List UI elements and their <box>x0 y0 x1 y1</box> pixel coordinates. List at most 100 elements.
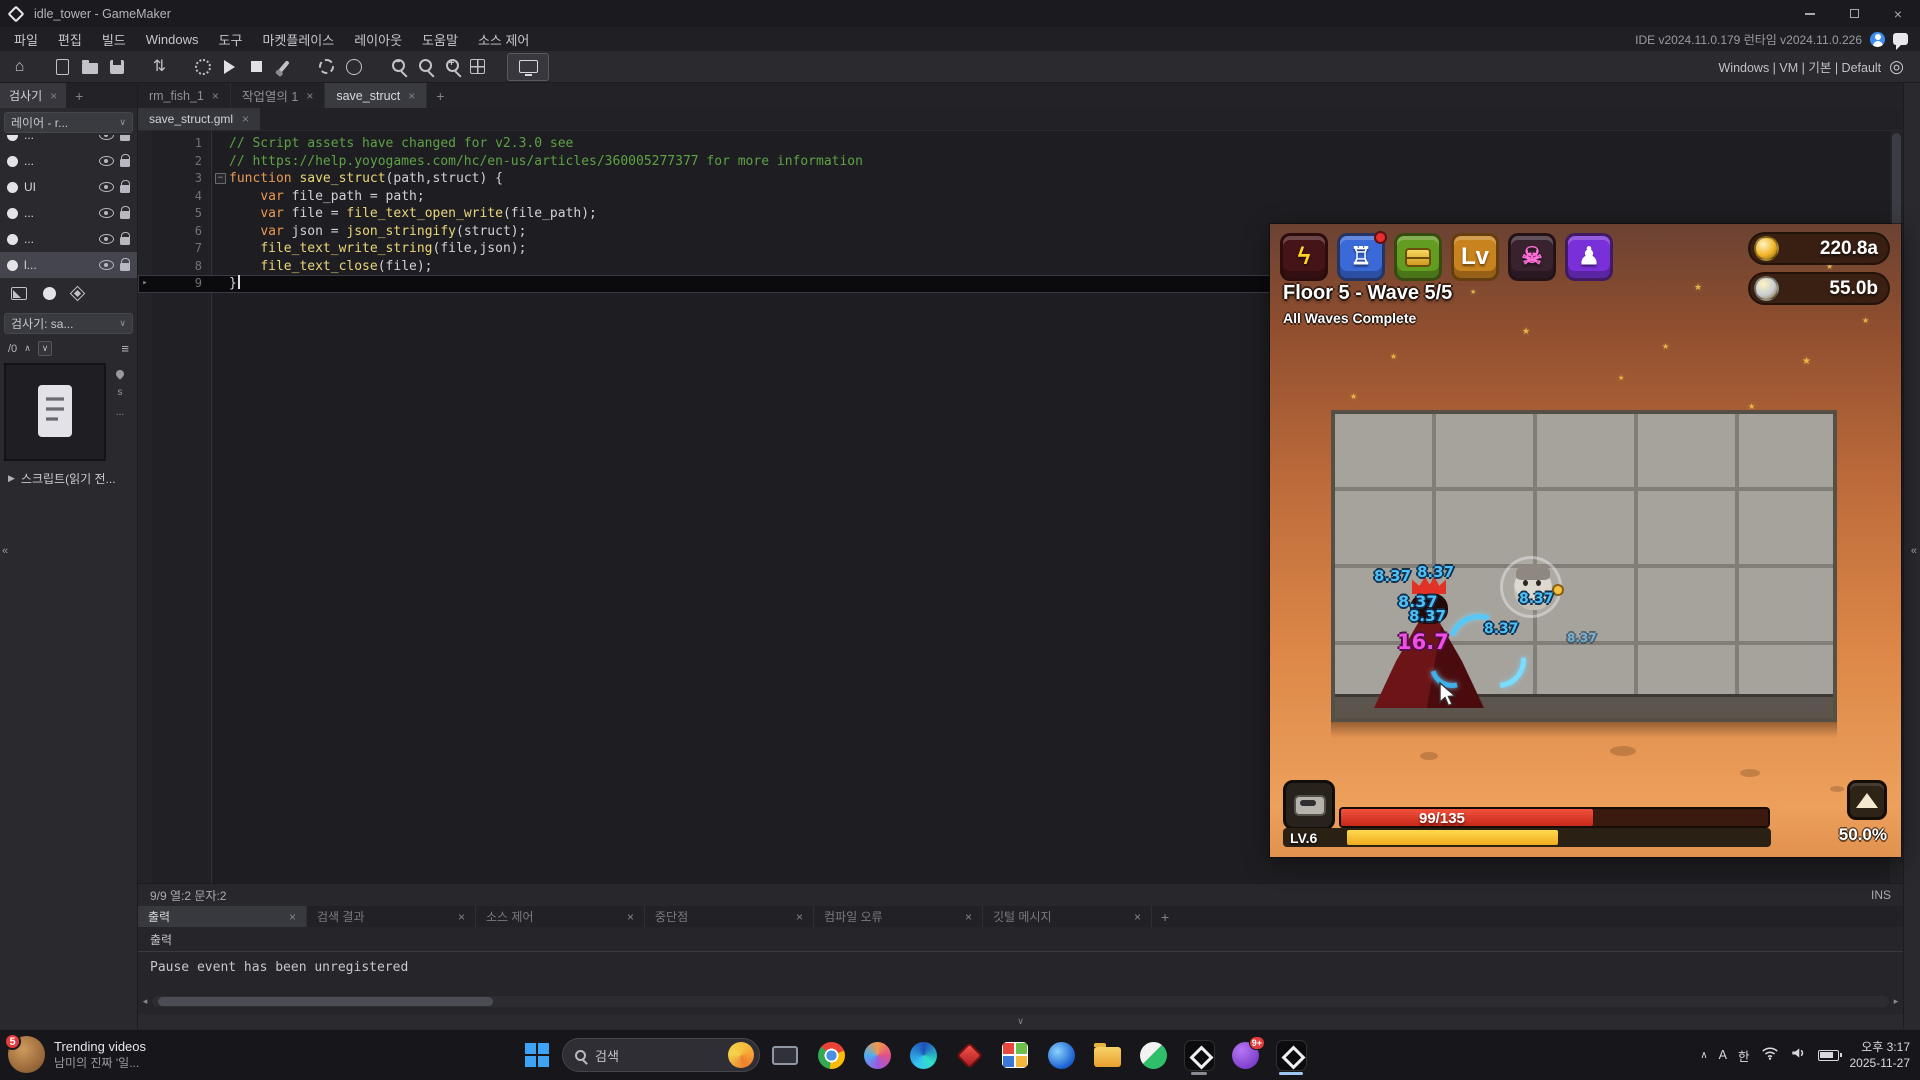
scrollbar-track[interactable] <box>152 996 1889 1007</box>
close-icon[interactable]: × <box>306 89 313 103</box>
layer-row[interactable]: ... <box>0 200 137 226</box>
background-layer-icon[interactable] <box>11 287 27 300</box>
close-icon[interactable]: × <box>408 89 415 103</box>
asset-layer-icon[interactable] <box>70 286 86 302</box>
menu-item-레이아웃[interactable]: 레이아웃 <box>344 27 412 51</box>
ime-latin-indicator[interactable]: A <box>1719 1048 1727 1062</box>
zoom-in-icon[interactable] <box>437 53 464 80</box>
run-icon[interactable] <box>216 53 243 80</box>
menu-item-마켓플레이스[interactable]: 마켓플레이스 <box>252 27 344 51</box>
economy-icon[interactable] <box>1394 233 1442 281</box>
close-icon[interactable]: × <box>1134 910 1141 924</box>
tab-소스 제어[interactable]: 소스 제어× <box>476 906 645 927</box>
clock[interactable]: 오후 3:17 2025-11-27 <box>1850 1039 1911 1071</box>
battery-icon[interactable] <box>1818 1050 1839 1061</box>
new-project-icon[interactable] <box>49 53 76 80</box>
windows-grid-icon[interactable] <box>464 53 491 80</box>
enemy-icon[interactable]: ☠ <box>1508 233 1556 281</box>
build-target[interactable]: Windows | VM | 기본 | Default ◎ <box>1719 57 1915 77</box>
tab-검색 결과[interactable]: 검색 결과× <box>307 906 476 927</box>
layer-row[interactable]: UI <box>0 174 137 200</box>
target-device-icon[interactable] <box>507 53 549 81</box>
ime-korean-indicator[interactable]: 한 <box>1738 1046 1750 1065</box>
close-icon[interactable]: × <box>965 910 972 924</box>
menu-item-도구[interactable]: 도구 <box>209 27 253 51</box>
layer-dropdown[interactable]: 레이어 - r... ∨ <box>4 112 133 133</box>
close-icon[interactable]: × <box>796 910 803 924</box>
import-export-icon[interactable]: ⇅ <box>146 53 173 80</box>
tab-작업열의 1[interactable]: 작업열의 1× <box>231 83 325 108</box>
zoom-out-icon[interactable] <box>383 53 410 80</box>
add-tab-button[interactable]: + <box>1152 906 1178 927</box>
visibility-icon[interactable] <box>99 135 114 140</box>
debug-icon[interactable] <box>270 53 297 80</box>
stop-icon[interactable] <box>243 53 270 80</box>
search-highlight-icon[interactable] <box>728 1042 754 1068</box>
home-icon[interactable]: ⌂ <box>6 53 33 80</box>
tab-컴파일 오류[interactable]: 컴파일 오류× <box>814 906 983 927</box>
notification-widget[interactable]: 5 Trending videos 남미의 진짜 '일... <box>8 1036 146 1073</box>
minimize-button[interactable] <box>1788 0 1832 27</box>
lock-icon[interactable] <box>120 159 130 167</box>
script-preview[interactable] <box>4 363 106 461</box>
currency-gems[interactable]: 55.0b <box>1748 272 1890 305</box>
nav-down-button[interactable]: ∨ <box>38 341 53 356</box>
more-icon[interactable]: ... <box>116 407 124 418</box>
lock-icon[interactable] <box>120 211 130 219</box>
layer-row[interactable]: l... <box>0 252 137 278</box>
unit-slot-button[interactable] <box>1283 780 1335 830</box>
clean-icon[interactable] <box>189 53 216 80</box>
visibility-icon[interactable] <box>99 234 114 244</box>
menu-item-도움말[interactable]: 도움말 <box>412 27 468 51</box>
layer-row[interactable]: ... <box>0 226 137 252</box>
help-icon[interactable] <box>340 53 367 80</box>
start-button[interactable] <box>516 1034 558 1076</box>
volume-icon[interactable] <box>1790 1045 1807 1066</box>
chrome-icon[interactable] <box>810 1034 852 1076</box>
instance-layer-icon[interactable] <box>43 287 56 300</box>
messages-icon[interactable]: 9+ <box>1224 1034 1266 1076</box>
scroll-right-icon[interactable]: ▸ <box>1891 996 1901 1007</box>
game-window[interactable]: ★★★★★★★★★★★★★ ϟ♖Lv☠♟ 220.8a55.0b Floor 5… <box>1270 224 1901 857</box>
lock-icon[interactable] <box>120 237 130 245</box>
lock-icon[interactable] <box>120 185 130 193</box>
close-icon[interactable]: × <box>289 910 296 924</box>
close-button[interactable]: × <box>1876 0 1920 27</box>
tab-save_struct[interactable]: save_struct× <box>325 83 427 108</box>
maximize-button[interactable] <box>1832 0 1876 27</box>
menu-item-Windows[interactable]: Windows <box>136 27 209 51</box>
idle-tower-app-icon[interactable] <box>1270 1034 1312 1076</box>
file-explorer-icon[interactable] <box>1086 1034 1128 1076</box>
code-line[interactable]: 4 var file_path = path; <box>138 188 1890 206</box>
tab-출력[interactable]: 출력× <box>138 906 307 927</box>
tab-inspector[interactable]: 검사기 × <box>0 83 66 108</box>
visibility-icon[interactable] <box>99 208 114 218</box>
visibility-icon[interactable] <box>99 156 114 166</box>
menu-item-파일[interactable]: 파일 <box>4 27 48 51</box>
tab-깃털 메시지[interactable]: 깃털 메시지× <box>983 906 1152 927</box>
code-line[interactable]: 3−function save_struct(path,struct) { <box>138 170 1890 188</box>
account-icon[interactable] <box>1870 32 1885 47</box>
upgrade-button[interactable] <box>1847 780 1887 820</box>
output-scrollbar[interactable]: ◂ ▸ <box>140 995 1901 1008</box>
code-line[interactable]: 5 var file = file_text_open_write(file_p… <box>138 205 1890 223</box>
file-tab[interactable]: save_struct.gml × <box>138 108 260 130</box>
collapse-left-icon[interactable]: « <box>2 545 8 557</box>
lock-icon[interactable] <box>120 263 130 271</box>
currency-gold[interactable]: 220.8a <box>1748 232 1890 265</box>
close-icon[interactable]: × <box>627 910 634 924</box>
visibility-icon[interactable] <box>99 182 114 192</box>
app-green-icon[interactable] <box>1132 1034 1174 1076</box>
tab-중단점[interactable]: 중단점× <box>645 906 814 927</box>
tower-icon[interactable]: ♖ <box>1337 233 1385 281</box>
save-project-icon[interactable] <box>103 53 130 80</box>
search-box[interactable]: 검색 <box>562 1038 760 1072</box>
units-icon[interactable]: ♟ <box>1565 233 1613 281</box>
browser-icon[interactable] <box>1040 1034 1082 1076</box>
menu-item-빌드[interactable]: 빌드 <box>92 27 136 51</box>
menu-item-소스 제어[interactable]: 소스 제어 <box>468 27 539 51</box>
add-tab-button[interactable]: + <box>427 83 453 108</box>
close-icon[interactable]: × <box>50 89 57 103</box>
damage-icon[interactable]: ϟ <box>1280 233 1328 281</box>
close-icon[interactable]: × <box>212 89 219 103</box>
